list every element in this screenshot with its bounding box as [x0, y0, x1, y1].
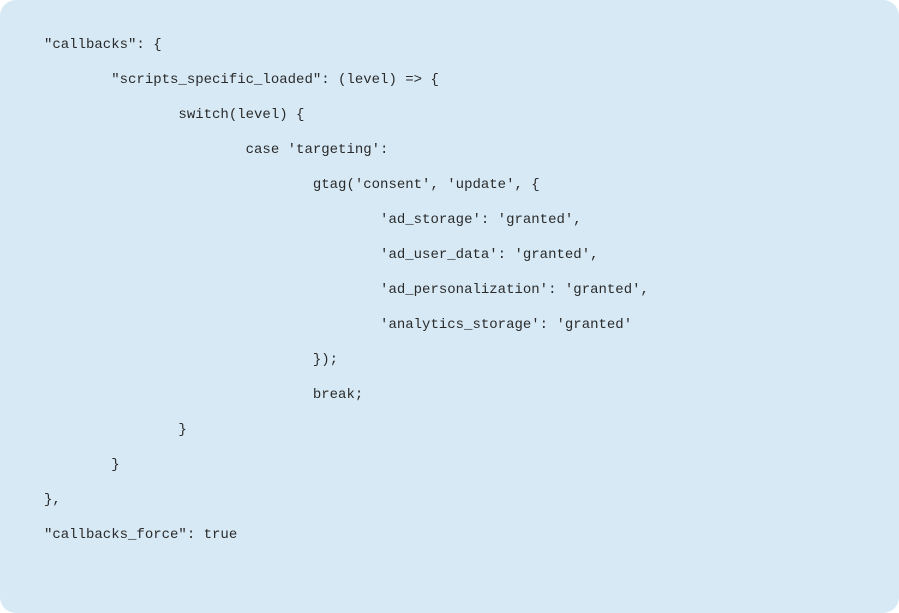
- code-line: 'ad_storage': 'granted',: [44, 203, 855, 238]
- code-line: "callbacks_force": true: [44, 518, 855, 553]
- code-line: 'analytics_storage': 'granted': [44, 308, 855, 343]
- code-line: switch(level) {: [44, 98, 855, 133]
- code-line: break;: [44, 378, 855, 413]
- code-line: "scripts_specific_loaded": (level) => {: [44, 63, 855, 98]
- code-block: "callbacks": { "scripts_specific_loaded"…: [0, 0, 899, 613]
- code-line: });: [44, 343, 855, 378]
- code-line: },: [44, 483, 855, 518]
- code-line: gtag('consent', 'update', {: [44, 168, 855, 203]
- code-line: case 'targeting':: [44, 133, 855, 168]
- code-line: }: [44, 448, 855, 483]
- code-line: 'ad_personalization': 'granted',: [44, 273, 855, 308]
- code-line: 'ad_user_data': 'granted',: [44, 238, 855, 273]
- code-line: "callbacks": {: [44, 28, 855, 63]
- code-line: }: [44, 413, 855, 448]
